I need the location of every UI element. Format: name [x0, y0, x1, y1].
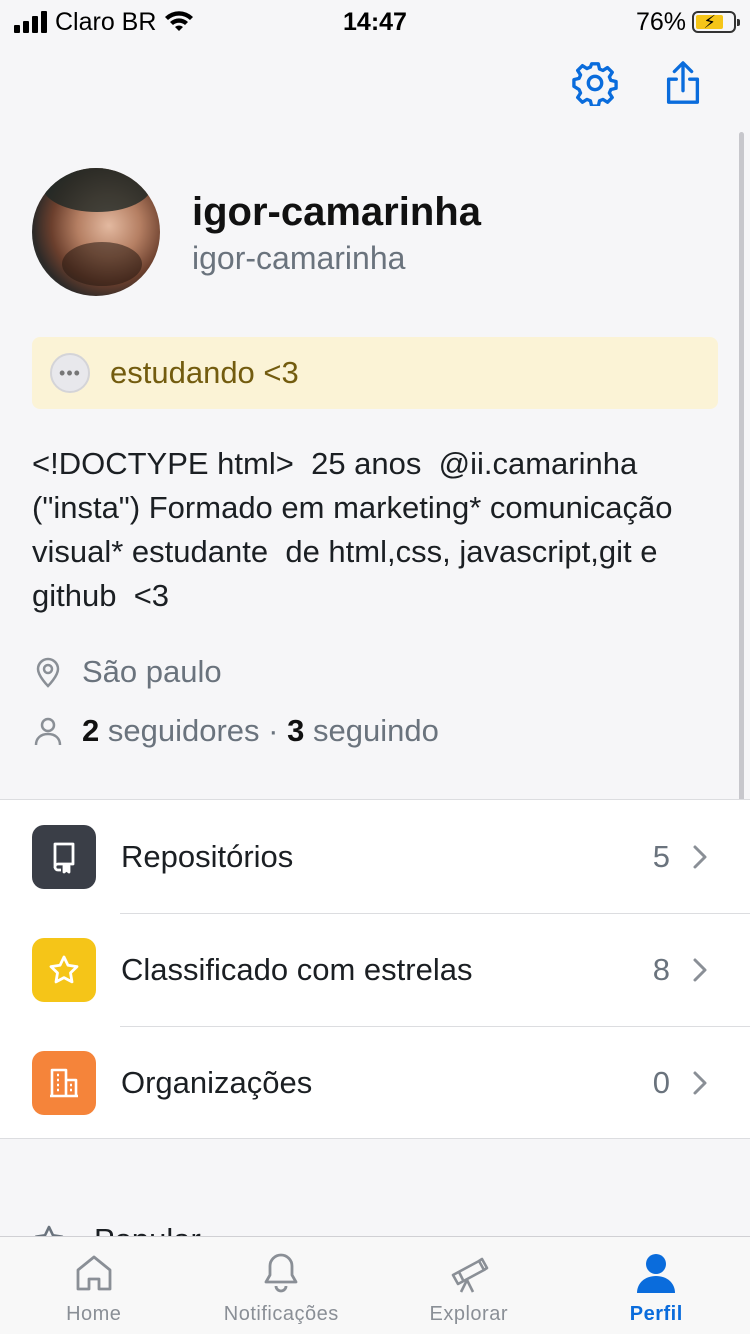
charging-bolt-icon: ⚡ — [703, 12, 716, 32]
profile-menu: Repositórios 5 Classificado com estrelas… — [0, 799, 750, 1139]
menu-count: 0 — [652, 1064, 670, 1100]
tab-home[interactable]: Home — [0, 1237, 188, 1334]
location-text: São paulo — [82, 654, 222, 689]
organization-icon — [32, 1050, 96, 1115]
tab-label: Home — [66, 1303, 122, 1325]
signal-icon — [14, 11, 47, 33]
location-pin-icon — [36, 657, 60, 688]
battery-percent: 76% — [635, 7, 686, 36]
menu-item-organizations[interactable]: Organizações 0 — [0, 1026, 750, 1139]
tab-explore[interactable]: Explorar — [375, 1237, 563, 1334]
profile-login: igor-camarinha — [192, 240, 406, 276]
menu-label: Organizações — [121, 1064, 313, 1100]
menu-count: 8 — [652, 951, 670, 987]
tab-bar: Home Notificações Explorar Perfil — [0, 1236, 750, 1334]
star-icon — [32, 937, 96, 1002]
location-row: São paulo — [32, 654, 222, 690]
gear-icon[interactable] — [572, 60, 618, 106]
menu-label: Classificado com estrelas — [121, 951, 473, 987]
repo-icon — [32, 824, 96, 889]
avatar[interactable] — [32, 168, 160, 296]
tab-label: Notificações — [223, 1303, 339, 1325]
speech-balloon-icon: ••• — [50, 353, 90, 393]
menu-item-starred[interactable]: Classificado com estrelas 8 — [0, 913, 750, 1026]
avatar-hair — [42, 168, 152, 212]
battery-info: 76% ⚡ — [635, 7, 740, 37]
profile-name: igor-camarinha — [192, 190, 481, 234]
status-text: estudando <3 — [110, 355, 299, 390]
menu-label: Repositórios — [121, 838, 294, 874]
share-icon[interactable] — [660, 60, 706, 106]
tab-label: Explorar — [429, 1303, 508, 1325]
status-bar: Claro BR 14:47 76% ⚡ — [0, 0, 750, 44]
menu-count: 5 — [652, 838, 670, 874]
avatar-beard — [62, 242, 142, 286]
person-icon — [34, 717, 62, 746]
wifi-icon — [165, 11, 194, 31]
carrier-info: Claro BR — [14, 8, 194, 37]
followers-row[interactable]: 2 seguidores · 3 seguindo — [32, 713, 439, 749]
followers-label[interactable]: seguidores — [108, 713, 260, 749]
tab-profile[interactable]: Perfil — [563, 1237, 750, 1334]
tab-notifications[interactable]: Notificações — [188, 1237, 376, 1334]
home-icon — [76, 1255, 112, 1291]
chevron-right-icon — [693, 958, 707, 981]
tab-label: Perfil — [629, 1303, 683, 1325]
battery-icon: ⚡ — [692, 11, 740, 33]
top-actions — [572, 60, 706, 106]
battery-fill: ⚡ — [696, 12, 724, 32]
profile-bio: <!DOCTYPE html> 25 anos @ii.camarinha ("… — [32, 446, 682, 613]
menu-item-repositories[interactable]: Repositórios 5 — [0, 800, 750, 913]
carrier-name: Claro BR — [55, 7, 157, 36]
followers-count[interactable]: 2 — [82, 713, 99, 749]
separator: · — [268, 713, 279, 748]
user-status[interactable]: ••• estudando <3 — [32, 337, 718, 409]
chevron-right-icon — [693, 1071, 707, 1094]
bell-icon — [264, 1253, 298, 1293]
chevron-right-icon — [693, 845, 707, 868]
following-count[interactable]: 3 — [287, 713, 304, 749]
following-label[interactable]: seguindo — [313, 713, 439, 749]
telescope-icon — [451, 1257, 489, 1293]
person-icon — [637, 1254, 676, 1293]
